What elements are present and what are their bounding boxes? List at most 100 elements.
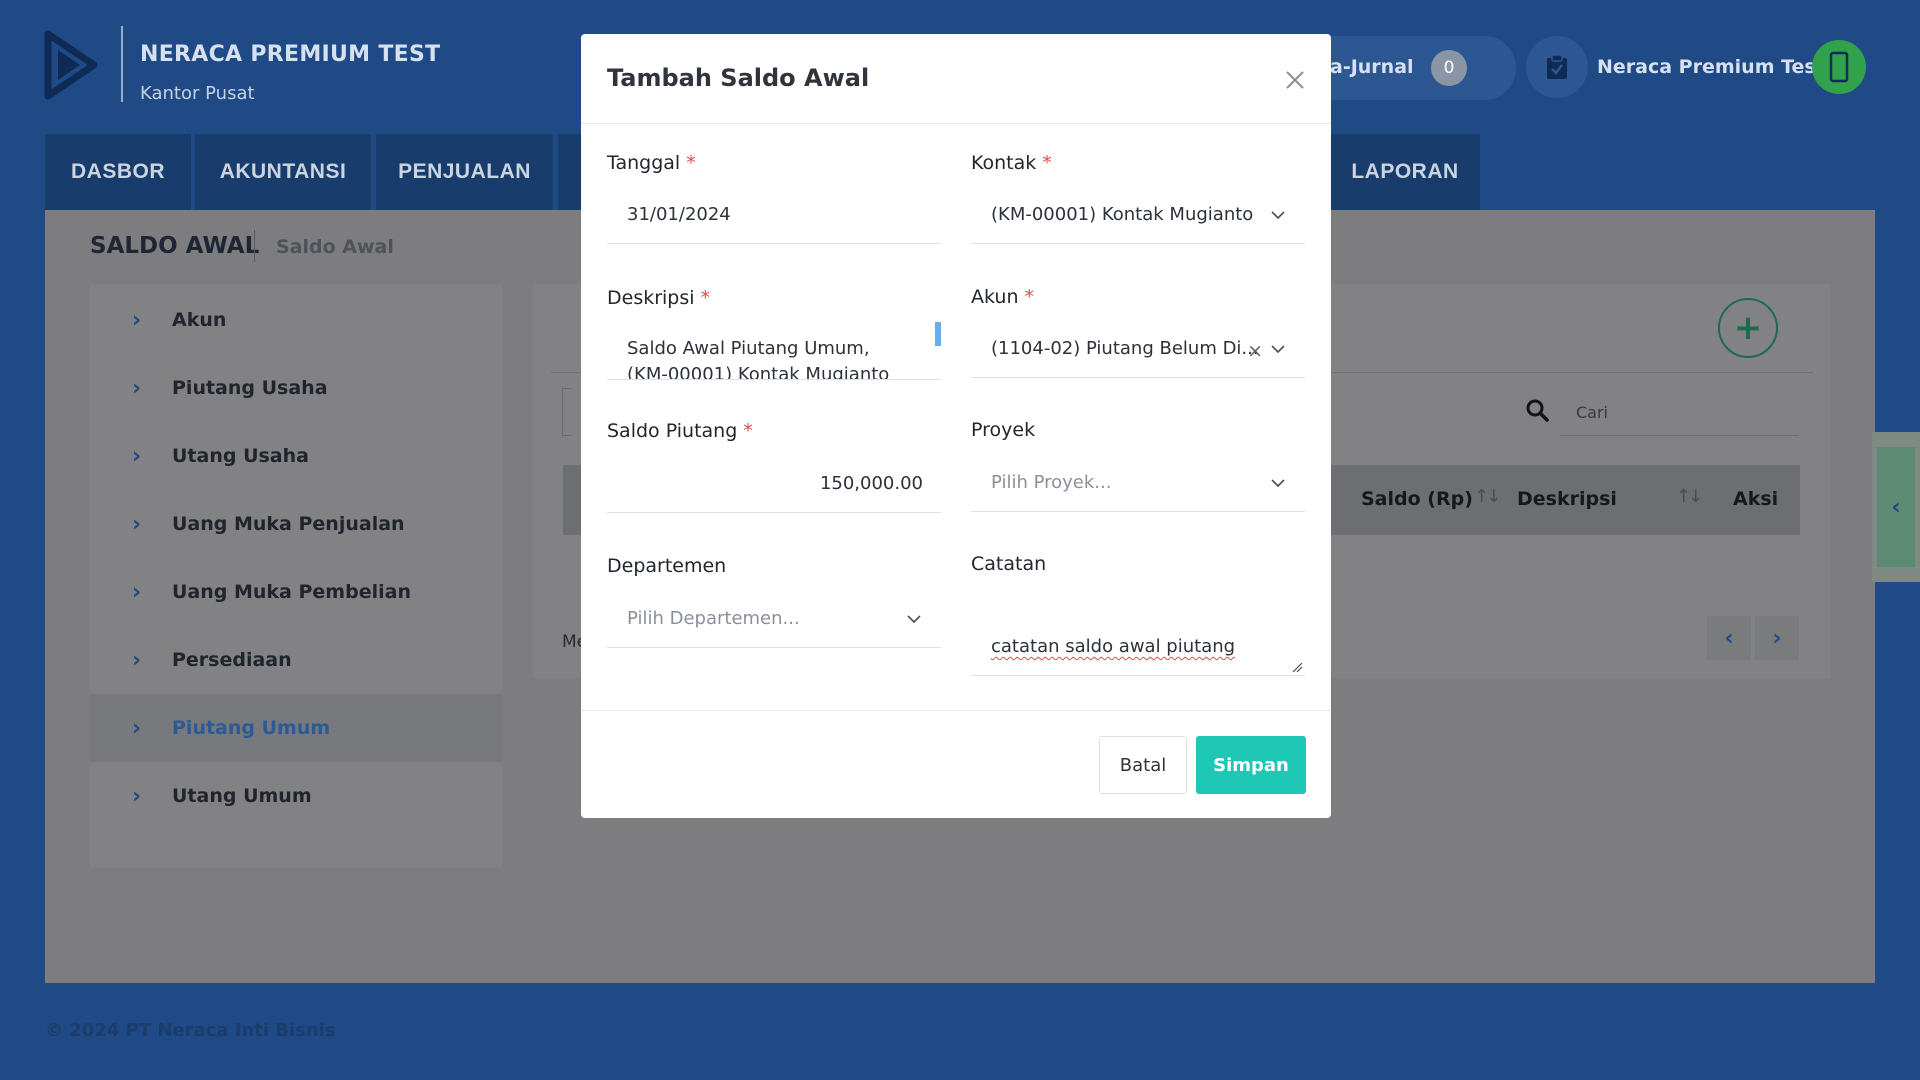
clipboard-button[interactable] — [1526, 36, 1588, 98]
plus-icon: + — [1733, 308, 1763, 348]
sidebar-item-uang-muka-pembelian[interactable]: › Uang Muka Pembelian — [90, 558, 502, 626]
akun-label: Akun * — [971, 286, 1034, 308]
chevron-left-icon: ‹ — [1724, 625, 1734, 651]
chevron-right-icon: › — [132, 647, 142, 673]
column-header-saldo[interactable]: Saldo (Rp) — [1361, 488, 1473, 510]
kontak-label: Kontak * — [971, 152, 1052, 174]
page-size-select[interactable] — [562, 388, 572, 436]
sidebar-item-persediaan[interactable]: › Persediaan — [90, 626, 502, 694]
sidebar-item-utang-umum[interactable]: › Utang Umum — [90, 762, 502, 830]
catatan-textarea[interactable]: catatan saldo awal piutang — [971, 586, 1305, 676]
modal-title: Tambah Saldo Awal — [607, 64, 870, 92]
footer-copyright: © 2024 PT Neraca Inti Bisnis — [45, 1020, 336, 1041]
sidebar-item-label: Utang Usaha — [172, 445, 309, 467]
sidebar-item-akun[interactable]: › Akun — [90, 286, 502, 354]
logo-icon — [44, 30, 98, 100]
sidebar-item-label: Piutang Umum — [172, 717, 331, 739]
deskripsi-line-1: Saldo Awal Piutang Umum, — [627, 338, 870, 359]
sidebar-item-uang-muka-penjualan[interactable]: › Uang Muka Penjualan — [90, 490, 502, 558]
sidebar-item-label: Utang Umum — [172, 785, 312, 807]
nav-tab-laporan[interactable]: LAPORAN — [1330, 134, 1480, 210]
clear-icon[interactable]: × — [1247, 340, 1263, 362]
phone-icon — [1829, 51, 1849, 83]
catatan-value: catatan saldo awal piutang — [991, 636, 1236, 657]
pagination-next-button[interactable]: › — [1755, 616, 1799, 660]
ejurnal-label: a-Jurnal — [1330, 56, 1414, 78]
sidebar-item-label: Piutang Usaha — [172, 377, 328, 399]
saldo-piutang-input[interactable]: 150,000.00 — [607, 455, 941, 513]
chevron-right-icon: › — [132, 375, 142, 401]
column-header-deskripsi[interactable]: Deskripsi — [1517, 488, 1617, 510]
tanggal-value: 31/01/2024 — [627, 204, 731, 225]
chevron-down-icon — [907, 615, 921, 624]
cancel-button[interactable]: Batal — [1099, 736, 1187, 794]
chevron-right-icon: › — [132, 783, 142, 809]
deskripsi-textarea[interactable]: Saldo Awal Piutang Umum, (KM-00001) Kont… — [607, 322, 941, 380]
proyek-select[interactable]: Pilih Proyek... — [971, 454, 1305, 512]
resize-grip-icon[interactable] — [1291, 661, 1303, 673]
column-header-aksi: Aksi — [1733, 488, 1779, 510]
nav-tab-hidden[interactable] — [558, 134, 582, 210]
search-input[interactable] — [1560, 390, 1798, 436]
chevron-right-icon: › — [132, 443, 142, 469]
chevron-right-icon: › — [132, 579, 142, 605]
sidebar-item-piutang-umum[interactable]: › Piutang Umum — [90, 694, 502, 762]
sort-icon[interactable]: ↑↓ — [1676, 486, 1703, 507]
departemen-select[interactable]: Pilih Departemen... — [607, 590, 941, 648]
modal-footer-divider — [581, 710, 1331, 711]
sidebar-item-label: Uang Muka Penjualan — [172, 513, 405, 535]
chevron-down-icon — [1271, 211, 1285, 220]
saldo-piutang-value: 150,000.00 — [819, 473, 923, 494]
proyek-placeholder: Pilih Proyek... — [991, 472, 1112, 493]
nav-tab-akuntansi[interactable]: AKUNTANSI — [195, 134, 371, 210]
clipboard-check-icon — [1547, 54, 1567, 79]
departemen-placeholder: Pilih Departemen... — [627, 608, 800, 629]
search-icon — [1526, 399, 1549, 422]
departemen-label: Departemen — [607, 555, 727, 577]
chevron-down-icon — [1271, 345, 1285, 354]
chevron-left-icon: ‹ — [1891, 494, 1901, 520]
modal-header-divider — [581, 123, 1331, 124]
company-branch: Kantor Pusat — [140, 83, 255, 104]
add-button[interactable]: + — [1718, 298, 1778, 358]
nav-tab-penjualan[interactable]: PENJUALAN — [376, 134, 553, 210]
side-drawer-toggle[interactable]: ‹ — [1872, 432, 1920, 582]
sidebar-item-label: Persediaan — [172, 649, 292, 671]
tanggal-date-field[interactable]: 31/01/2024 — [607, 186, 941, 244]
ejurnal-count-badge: 0 — [1431, 50, 1467, 86]
deskripsi-line-2: (KM-00001) Kontak Mugianto — [627, 364, 890, 380]
catatan-label: Catatan — [971, 553, 1047, 575]
page-title: SALDO AWAL — [90, 233, 260, 259]
proyek-label: Proyek — [971, 419, 1036, 441]
user-name[interactable]: Neraca Premium Test — [1597, 56, 1825, 78]
close-icon[interactable] — [1281, 66, 1309, 94]
chevron-right-icon: › — [1772, 625, 1782, 651]
sidebar-item-utang-usaha[interactable]: › Utang Usaha — [90, 422, 502, 490]
chevron-right-icon: › — [132, 511, 142, 537]
pagination-prev-button[interactable]: ‹ — [1707, 616, 1751, 660]
nav-tab-dasbor[interactable]: DASBOR — [45, 134, 191, 210]
saldo-piutang-label: Saldo Piutang * — [607, 420, 753, 442]
sidebar-item-label: Akun — [172, 309, 227, 331]
kontak-select[interactable]: (KM-00001) Kontak Mugianto — [971, 186, 1305, 244]
akun-value: (1104-02) Piutang Belum Di... — [991, 338, 1259, 359]
deskripsi-label: Deskripsi * — [607, 287, 711, 309]
sidebar-item-label: Uang Muka Pembelian — [172, 581, 411, 603]
phone-button[interactable] — [1812, 40, 1866, 94]
textarea-scrollbar[interactable] — [935, 322, 941, 346]
company-name: NERACA PREMIUM TEST — [140, 42, 441, 67]
akun-select[interactable]: (1104-02) Piutang Belum Di... × — [971, 320, 1305, 378]
logo-divider — [121, 26, 123, 102]
sidebar-item-piutang-usaha[interactable]: › Piutang Usaha — [90, 354, 502, 422]
save-button[interactable]: Simpan — [1196, 736, 1306, 794]
saldo-awal-sidebar: › Akun › Piutang Usaha › Utang Usaha › U… — [90, 284, 502, 868]
chevron-right-icon: › — [132, 715, 142, 741]
add-saldo-awal-modal: Tambah Saldo Awal Tanggal * 31/01/2024 Ko… — [581, 34, 1331, 818]
tanggal-label: Tanggal * — [607, 152, 696, 174]
sort-icon[interactable]: ↑↓ — [1474, 486, 1501, 507]
kontak-value: (KM-00001) Kontak Mugianto — [991, 204, 1254, 225]
title-separator — [254, 230, 255, 262]
chevron-right-icon: › — [132, 307, 142, 333]
breadcrumb: Saldo Awal — [276, 236, 394, 258]
chevron-down-icon — [1271, 479, 1285, 488]
